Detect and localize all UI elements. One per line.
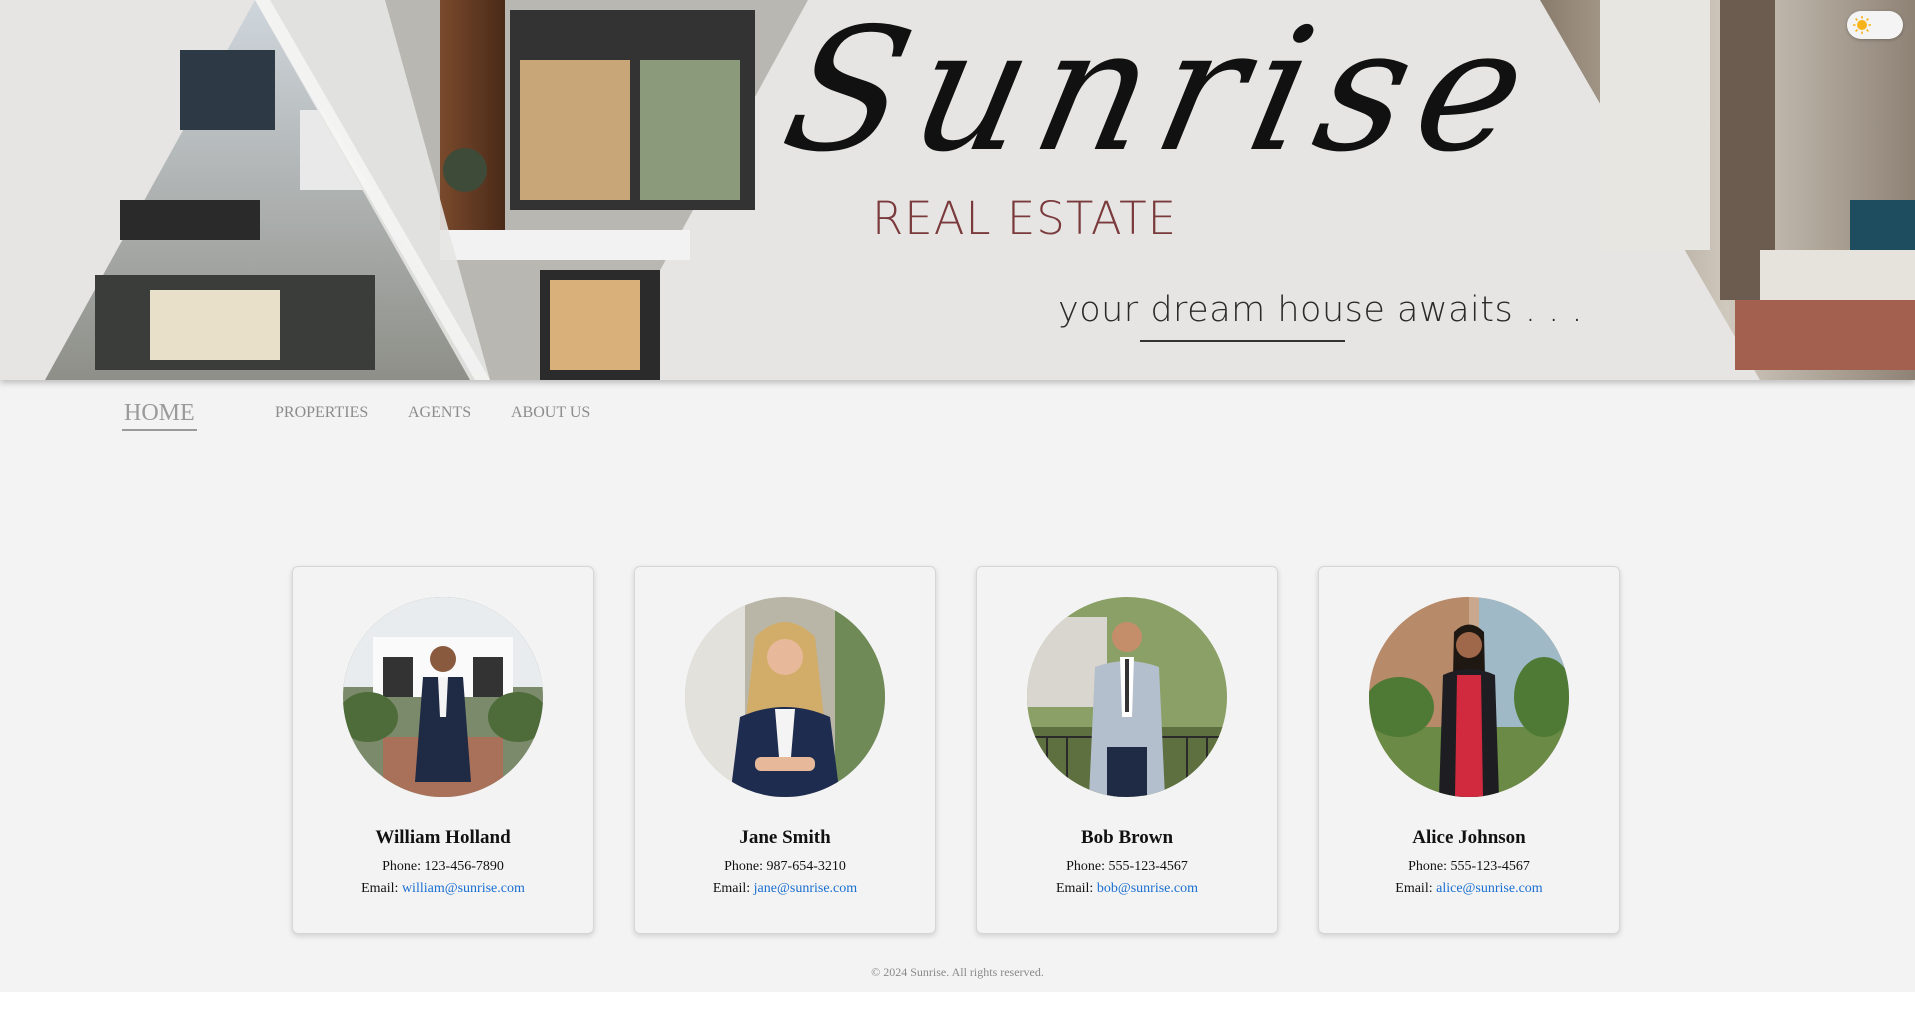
agent-email: Email: bob@sunrise.com bbox=[1056, 881, 1198, 896]
hero-banner: Sunrise REAL ESTATE your dream house awa… bbox=[0, 0, 1915, 380]
agent-photo bbox=[343, 597, 543, 797]
agent-name: Bob Brown bbox=[1080, 827, 1174, 848]
tagline-underline bbox=[1140, 340, 1345, 342]
agent-phone: Phone: 987-654-3210 bbox=[724, 859, 846, 874]
agent-email: Email: william@sunrise.com bbox=[361, 881, 525, 896]
agent-email-link[interactable]: jane@sunrise.com bbox=[754, 881, 857, 896]
main-nav: HOME PROPERTIES AGENTS ABOUT US bbox=[0, 380, 1915, 450]
agent-email-link[interactable]: william@sunrise.com bbox=[402, 881, 525, 896]
agent-email-link[interactable]: bob@sunrise.com bbox=[1097, 881, 1198, 896]
nav-about-us[interactable]: ABOUT US bbox=[511, 404, 590, 422]
sun-icon bbox=[1853, 16, 1871, 34]
nav-home[interactable]: HOME bbox=[122, 400, 197, 431]
nav-agents[interactable]: AGENTS bbox=[408, 404, 471, 422]
agent-phone: Phone: 123-456-7890 bbox=[382, 859, 504, 874]
agent-name: Alice Johnson bbox=[1412, 827, 1526, 848]
hero-tagline: your dream house awaits . . . bbox=[1058, 290, 1583, 330]
agent-photo bbox=[1027, 597, 1227, 797]
brand-subtitle: REAL ESTATE bbox=[872, 192, 1178, 245]
agent-card: William Holland Phone: 123-456-7890 Emai… bbox=[292, 566, 594, 934]
agent-name: Jane Smith bbox=[739, 827, 831, 848]
footer-copyright: © 2024 Sunrise. All rights reserved. bbox=[871, 965, 1044, 979]
agent-photo bbox=[685, 597, 885, 797]
agent-card: Bob Brown Phone: 555-123-4567 Email: bob… bbox=[976, 566, 1278, 934]
agent-name: William Holland bbox=[375, 827, 511, 848]
agent-phone: Phone: 555-123-4567 bbox=[1066, 859, 1188, 874]
brand-logo-script: Sunrise bbox=[768, 0, 1554, 190]
agent-email: Email: alice@sunrise.com bbox=[1395, 881, 1543, 896]
agent-card: Alice Johnson Phone: 555-123-4567 Email:… bbox=[1318, 566, 1620, 934]
theme-toggle[interactable] bbox=[1847, 11, 1903, 39]
page: Sunrise REAL ESTATE your dream house awa… bbox=[0, 0, 1915, 992]
agent-email-link[interactable]: alice@sunrise.com bbox=[1436, 881, 1543, 896]
agent-card: Jane Smith Phone: 987-654-3210 Email: ja… bbox=[634, 566, 936, 934]
agent-email: Email: jane@sunrise.com bbox=[712, 881, 858, 896]
agent-phone: Phone: 555-123-4567 bbox=[1408, 859, 1530, 874]
agent-photo bbox=[1369, 597, 1569, 797]
nav-properties[interactable]: PROPERTIES bbox=[275, 404, 368, 422]
